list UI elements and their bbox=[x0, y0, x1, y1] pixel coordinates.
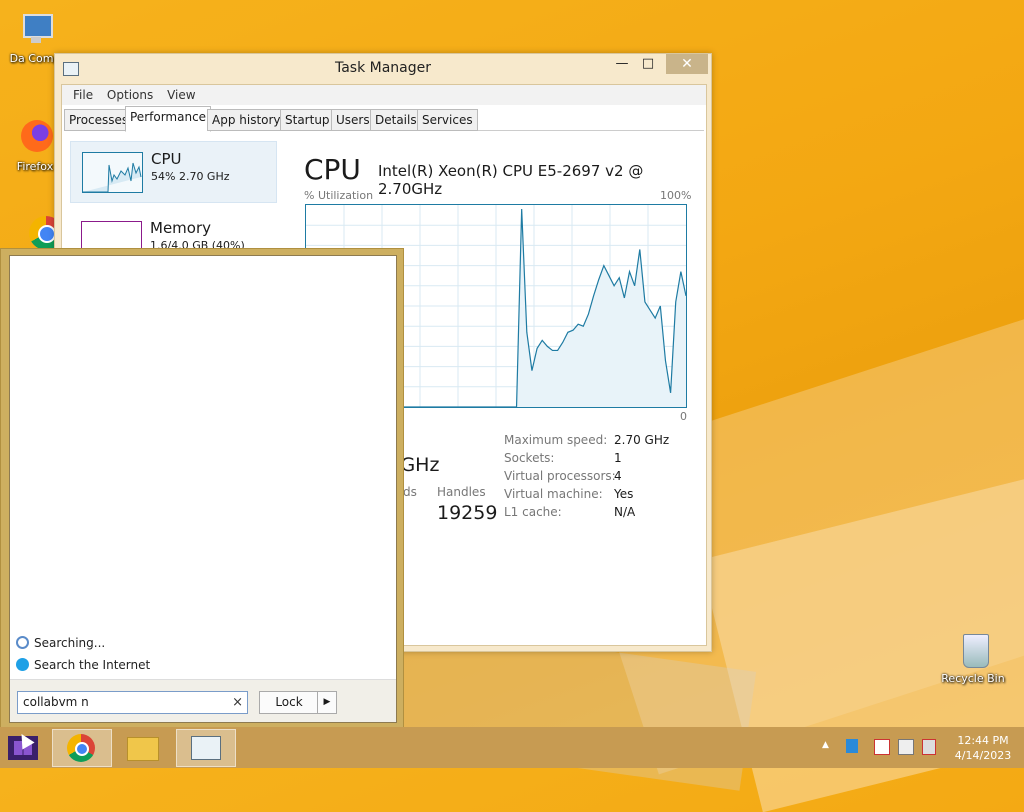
spec-row: Sockets: 1 bbox=[504, 451, 704, 469]
spec-value: 4 bbox=[614, 469, 622, 483]
desktop-icon-label: Da Comp bbox=[9, 52, 61, 65]
spec-key: Virtual machine: bbox=[504, 487, 603, 501]
clear-icon[interactable]: × bbox=[232, 692, 243, 713]
sidebar-item-cpu[interactable]: CPU 54% 2.70 GHz bbox=[70, 141, 277, 203]
desktop-icon-recycle-bin[interactable]: Recycle Bin bbox=[938, 630, 1008, 685]
task-manager-icon bbox=[191, 736, 221, 760]
tab-strip: Processes Performance App history Startu… bbox=[64, 106, 704, 132]
system-tray: ▲ bbox=[820, 727, 940, 768]
sidebar-item-label: Memory bbox=[150, 219, 212, 237]
spec-value: 2.70 GHz bbox=[614, 433, 670, 447]
tab-startup[interactable]: Startup bbox=[280, 109, 335, 131]
cpu-specs-table: Maximum speed: 2.70 GHz Sockets: 1 Virtual… bbox=[504, 433, 704, 523]
spec-value: Yes bbox=[614, 487, 634, 501]
action-center-flag-icon[interactable] bbox=[874, 739, 890, 755]
clock-time: 12:44 PM bbox=[957, 734, 1009, 747]
tab-users[interactable]: Users bbox=[331, 109, 375, 131]
clock-date: 4/14/2023 bbox=[954, 749, 1012, 762]
chrome-icon-center bbox=[75, 742, 89, 756]
search-results-pane: Searching... Search the Internet collabv… bbox=[9, 255, 397, 723]
tab-performance[interactable]: Performance bbox=[125, 106, 212, 132]
tab-services[interactable]: Services bbox=[417, 109, 478, 131]
lock-button[interactable]: Lock bbox=[259, 691, 319, 714]
search-progress-icon bbox=[16, 636, 29, 649]
search-input-value: collabvm n bbox=[23, 695, 89, 709]
internet-explorer-icon bbox=[16, 658, 29, 671]
notification-icon[interactable] bbox=[846, 739, 858, 753]
cpu-model-name: Intel(R) Xeon(R) CPU E5-2697 v2 @ 2.70GH… bbox=[378, 162, 644, 198]
utilization-max-label: 100% bbox=[660, 189, 692, 202]
sidebar-item-label: CPU bbox=[151, 150, 182, 168]
file-explorer-icon bbox=[127, 737, 159, 761]
firefox-icon bbox=[15, 118, 55, 158]
threads-label: ds bbox=[403, 485, 417, 499]
taskbar-task-manager[interactable] bbox=[176, 729, 236, 767]
close-button[interactable]: ✕ bbox=[666, 54, 708, 74]
menu-file[interactable]: File bbox=[68, 85, 98, 105]
spec-key: Sockets: bbox=[504, 451, 555, 465]
taskbar: ▲ 12:44 PM 4/14/2023 bbox=[0, 727, 1024, 768]
shutdown-options-arrow-icon[interactable]: ▶ bbox=[317, 691, 337, 714]
handles-value: 19259 bbox=[437, 502, 498, 524]
search-bar: collabvm n × Lock ▶ bbox=[10, 679, 396, 722]
spec-key: L1 cache: bbox=[504, 505, 562, 519]
result-search-internet[interactable]: Search the Internet bbox=[16, 658, 150, 672]
spec-row: Virtual processors: 4 bbox=[504, 469, 704, 487]
desktop-icon-label: Recycle Bin bbox=[941, 672, 1005, 685]
cpu-thumbnail-svg bbox=[83, 162, 142, 193]
title-bar[interactable]: Task Manager — □ ✕ bbox=[55, 54, 711, 84]
utilization-min-label: 0 bbox=[680, 410, 687, 423]
result-searching: Searching... bbox=[16, 636, 105, 650]
sidebar-item-detail: 54% 2.70 GHz bbox=[151, 170, 230, 183]
menu-bar: File Options View bbox=[62, 85, 706, 105]
handles-label: Handles bbox=[437, 485, 486, 499]
search-input[interactable]: collabvm n × bbox=[17, 691, 248, 714]
computer-icon bbox=[15, 10, 55, 50]
start-menu-panel: Searching... Search the Internet collabv… bbox=[0, 248, 404, 728]
spec-row: L1 cache: N/A bbox=[504, 505, 704, 523]
taskbar-chrome[interactable] bbox=[52, 729, 112, 767]
tab-processes[interactable]: Processes bbox=[64, 109, 134, 131]
maximize-button[interactable]: □ bbox=[633, 54, 663, 74]
network-icon[interactable] bbox=[898, 739, 914, 755]
clock[interactable]: 12:44 PM 4/14/2023 bbox=[948, 733, 1018, 763]
result-label: Search the Internet bbox=[34, 658, 151, 672]
spec-value: N/A bbox=[614, 505, 636, 519]
recycle-bin-icon bbox=[953, 630, 993, 670]
page-title: CPU bbox=[304, 153, 361, 186]
utilization-label: % Utilization bbox=[304, 189, 374, 202]
menu-options[interactable]: Options bbox=[102, 85, 158, 105]
spec-row: Virtual machine: Yes bbox=[504, 487, 704, 505]
taskbar-file-explorer[interactable] bbox=[114, 729, 172, 765]
cpu-thumbnail-graph bbox=[82, 152, 143, 193]
tab-app-history[interactable]: App history bbox=[207, 109, 286, 131]
desktop-icon-label: Firefox bbox=[16, 160, 54, 173]
spec-row: Maximum speed: 2.70 GHz bbox=[504, 433, 704, 451]
tab-details[interactable]: Details bbox=[370, 109, 422, 131]
spec-key: Virtual processors: bbox=[504, 469, 616, 483]
volume-muted-icon[interactable] bbox=[922, 739, 936, 755]
spec-key: Maximum speed: bbox=[504, 433, 608, 447]
show-hidden-icons-button[interactable]: ▲ bbox=[822, 740, 829, 750]
result-label: Searching... bbox=[34, 636, 106, 650]
spec-value: 1 bbox=[614, 451, 622, 465]
menu-view[interactable]: View bbox=[162, 85, 200, 105]
